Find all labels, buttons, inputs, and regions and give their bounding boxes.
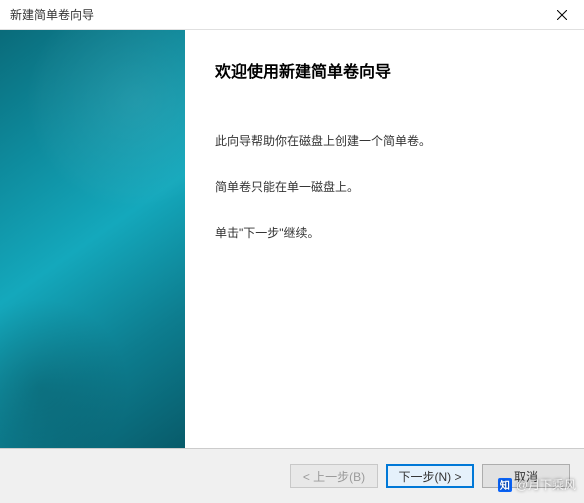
next-button[interactable]: 下一步(N) > xyxy=(386,464,474,488)
wizard-main: 欢迎使用新建简单卷向导 此向导帮助你在磁盘上创建一个简单卷。 简单卷只能在单一磁… xyxy=(185,30,584,448)
close-icon xyxy=(557,10,567,20)
wizard-footer: < 上一步(B) 下一步(N) > 取消 xyxy=(0,448,584,503)
wizard-text-3: 单击"下一步"继续。 xyxy=(215,224,554,242)
window-title: 新建简单卷向导 xyxy=(10,6,94,23)
back-button: < 上一步(B) xyxy=(290,464,378,488)
wizard-sidebar-image xyxy=(0,30,185,448)
cancel-button[interactable]: 取消 xyxy=(482,464,570,488)
titlebar: 新建简单卷向导 xyxy=(0,0,584,30)
close-button[interactable] xyxy=(539,0,584,30)
wizard-text-2: 简单卷只能在单一磁盘上。 xyxy=(215,178,554,196)
wizard-text-1: 此向导帮助你在磁盘上创建一个简单卷。 xyxy=(215,132,554,150)
wizard-heading: 欢迎使用新建简单卷向导 xyxy=(215,58,554,82)
content-area: 欢迎使用新建简单卷向导 此向导帮助你在磁盘上创建一个简单卷。 简单卷只能在单一磁… xyxy=(0,30,584,448)
